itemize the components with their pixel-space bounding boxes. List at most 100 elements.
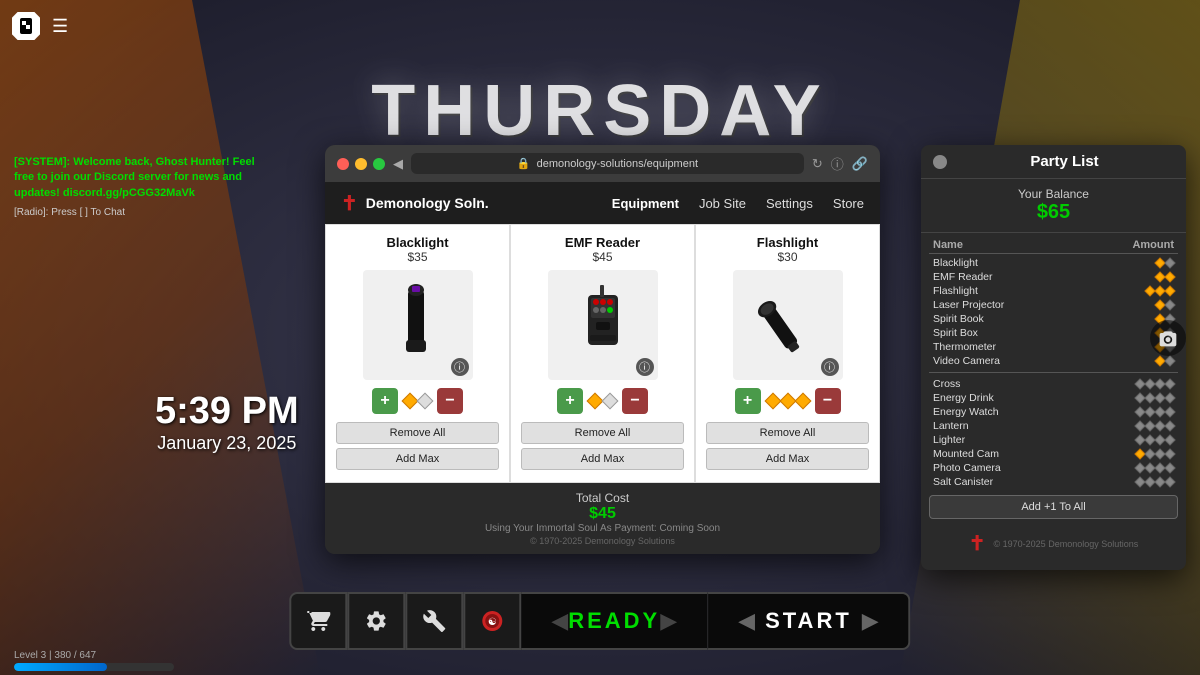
add-all-btn[interactable]: Add +1 To All: [929, 495, 1178, 519]
tab-lock-icon: 🔒: [517, 157, 531, 170]
party-item-lantern: Lantern: [933, 420, 1136, 432]
nav-settings[interactable]: Settings: [766, 196, 813, 211]
info-icon[interactable]: ⓘ: [831, 154, 844, 173]
blacklight-add-max-btn[interactable]: Add Max: [336, 448, 499, 470]
flashlight-add-btn[interactable]: +: [735, 388, 761, 414]
nav-job-site[interactable]: Job Site: [699, 196, 746, 211]
start-arrow-right: ▶: [862, 608, 879, 634]
total-note: Using Your Immortal Soul As Payment: Com…: [333, 523, 872, 534]
chat-radio-message: [Radio]: Press [ ] To Chat: [14, 207, 274, 218]
emf-add-btn[interactable]: +: [557, 388, 583, 414]
party-footer-cross-icon: ✝: [969, 531, 986, 556]
fl-diamond-3: [794, 393, 811, 410]
party-separator: [929, 372, 1178, 373]
nav-links: Equipment Job Site Settings Store: [612, 196, 864, 211]
total-price: $45: [333, 505, 872, 523]
party-item-photo-camera: Photo Camera: [933, 462, 1136, 474]
blacklight-diamonds: [404, 395, 431, 407]
blacklight-remove-all-btn[interactable]: Remove All: [336, 422, 499, 444]
brand-cross-icon: ✝: [341, 191, 358, 216]
nav-equipment[interactable]: Equipment: [612, 196, 679, 211]
equip-flashlight: Flashlight $30 ⓘ +: [695, 224, 880, 483]
flashlight-add-max-btn[interactable]: Add Max: [706, 448, 869, 470]
party-diamonds-video-camera: [1156, 357, 1174, 365]
party-item-blacklight: Blacklight: [933, 257, 1156, 269]
total-label: Total Cost: [333, 491, 872, 505]
ready-btn[interactable]: ◀ READY ▶: [521, 592, 707, 650]
party-diamonds-cross: [1136, 380, 1174, 388]
equip-blacklight-name: Blacklight: [386, 235, 448, 250]
fl-diamond-2: [779, 393, 796, 410]
party-item-energy-drink: Energy Drink: [933, 392, 1136, 404]
party-row-lantern: Lantern: [929, 419, 1178, 433]
balance-amount: $65: [929, 201, 1178, 224]
level-bar: Level 3 | 380 / 647: [14, 650, 174, 671]
refresh-icon[interactable]: ↻: [812, 156, 823, 172]
party-item-cross: Cross: [933, 378, 1136, 390]
party-footer: ✝ © 1970-2025 Demonology Solutions: [921, 525, 1186, 562]
cart-icon: [306, 609, 330, 633]
traffic-lights: [337, 158, 385, 170]
browser-controls: ↻ ⓘ 🔗: [812, 154, 868, 173]
start-btn[interactable]: ◀ START ▶: [707, 592, 911, 650]
party-diamonds-lighter: [1136, 436, 1174, 444]
party-row-photo-camera: Photo Camera: [929, 461, 1178, 475]
maximize-button[interactable]: [373, 158, 385, 170]
emf-remove-all-btn[interactable]: Remove All: [521, 422, 684, 444]
browser-chrome: ◀ 🔒 demonology-solutions/equipment ↻ ⓘ 🔗: [325, 145, 880, 182]
party-row-spirit-box: Spirit Box: [929, 326, 1178, 340]
emf-info-btn[interactable]: ⓘ: [636, 358, 654, 376]
party-diamonds-emf: [1156, 273, 1174, 281]
minimize-button[interactable]: [355, 158, 367, 170]
menu-icon[interactable]: ☰: [52, 16, 68, 37]
flashlight-remove-all-btn[interactable]: Remove All: [706, 422, 869, 444]
blacklight-remove-btn[interactable]: −: [437, 388, 463, 414]
emf-remove-btn[interactable]: −: [622, 388, 648, 414]
party-diamonds-photo-camera: [1136, 464, 1174, 472]
equip-blacklight-price: $35: [407, 250, 427, 264]
party-diamonds-flashlight: [1146, 287, 1174, 295]
nav-store[interactable]: Store: [833, 196, 864, 211]
party-header: Party List: [921, 145, 1186, 179]
settings-btn[interactable]: [347, 592, 405, 650]
system-prefix: [SYSTEM]:: [14, 156, 70, 168]
equip-flashlight-image: ⓘ: [733, 270, 843, 380]
equip-emf-image: ⓘ: [548, 270, 658, 380]
ready-arrow-right: ▶: [660, 608, 677, 634]
balance-label: Your Balance: [929, 187, 1178, 201]
flashlight-remove-btn[interactable]: −: [815, 388, 841, 414]
fire-icon: ☯: [480, 609, 504, 633]
emf-qty-controls: + −: [557, 388, 648, 414]
clock-area: 5:39 PM January 23, 2025: [155, 390, 299, 454]
back-icon[interactable]: ◀: [393, 156, 403, 172]
blacklight-info-btn[interactable]: ⓘ: [451, 358, 469, 376]
party-table-header: Name Amount: [929, 237, 1178, 254]
blacklight-add-btn[interactable]: +: [372, 388, 398, 414]
equip-flashlight-price: $30: [777, 250, 797, 264]
fire-btn[interactable]: ☯: [463, 592, 521, 650]
blacklight-qty-controls: + −: [372, 388, 463, 414]
emf-add-max-btn[interactable]: Add Max: [521, 448, 684, 470]
party-item-laser: Laser Projector: [933, 299, 1156, 311]
equipment-grid: Blacklight $35 ⓘ + − Remove All: [325, 224, 880, 483]
screenshot-btn[interactable]: [1150, 320, 1186, 356]
flashlight-info-btn[interactable]: ⓘ: [821, 358, 839, 376]
bottom-toolbar: ☯ ◀ READY ▶ ◀ START ▶: [289, 592, 910, 650]
wrench-btn[interactable]: [405, 592, 463, 650]
party-item-thermometer: Thermometer: [933, 341, 1156, 353]
cart-btn[interactable]: [289, 592, 347, 650]
brand: ✝ Demonology Soln.: [341, 191, 489, 216]
level-progress-bar: [14, 663, 174, 671]
svg-text:☯: ☯: [488, 617, 497, 628]
equip-blacklight-image: ⓘ: [363, 270, 473, 380]
browser-tab: 🔒 demonology-solutions/equipment: [411, 153, 804, 174]
equip-flashlight-name: Flashlight: [757, 235, 818, 250]
close-button[interactable]: [337, 158, 349, 170]
party-diamonds-blacklight: [1156, 259, 1174, 267]
brand-name: Demonology Soln.: [366, 195, 489, 211]
equip-blacklight: Blacklight $35 ⓘ + − Remove All: [325, 224, 510, 483]
nav-bar: ✝ Demonology Soln. Equipment Job Site Se…: [325, 182, 880, 224]
party-row-salt-canister: Salt Canister: [929, 475, 1178, 489]
browser-url: demonology-solutions/equipment: [537, 158, 698, 170]
bookmark-icon[interactable]: 🔗: [852, 156, 868, 172]
